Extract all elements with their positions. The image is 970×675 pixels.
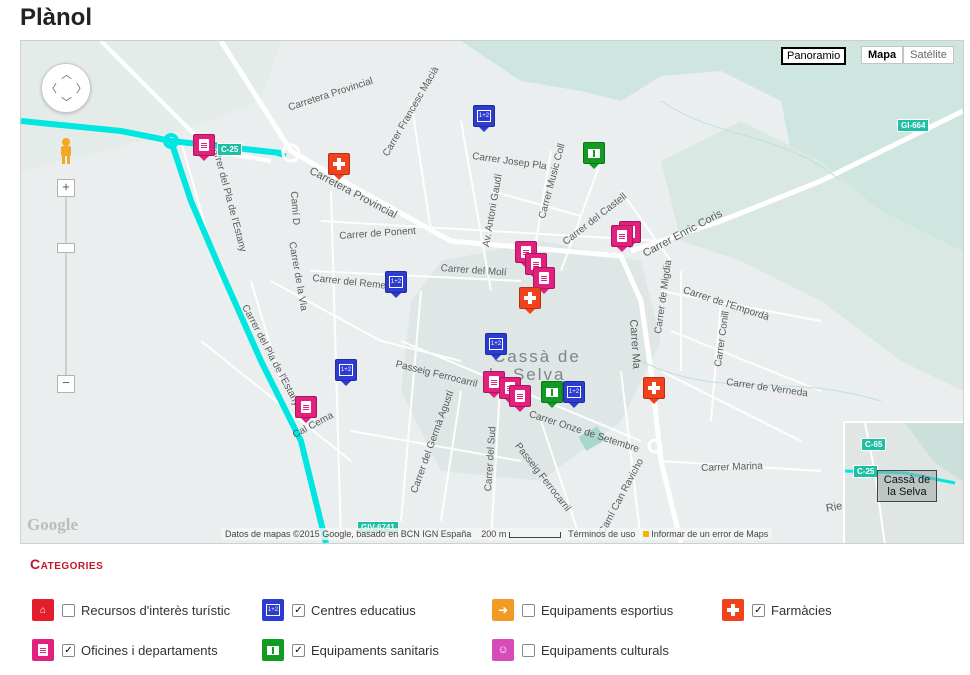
arrow-right-icon[interactable]: 〉 bbox=[76, 80, 87, 96]
category-offices[interactable]: ✓ Oficines i departaments bbox=[32, 638, 218, 662]
road-shield: C-25 bbox=[217, 143, 243, 156]
category-checkbox[interactable]: ✓ bbox=[62, 643, 75, 657]
category-schools[interactable]: 1+2 ✓ Centres educatius bbox=[262, 598, 416, 622]
arrow-down-icon[interactable]: ﹀ bbox=[61, 94, 72, 110]
map-type-satellite-button[interactable]: Satélite bbox=[903, 46, 954, 64]
cross-icon bbox=[524, 292, 536, 304]
category-sports[interactable]: ➜ Equipaments esportius bbox=[492, 598, 673, 622]
cross-icon bbox=[333, 158, 345, 170]
category-culture[interactable]: ☺ Equipaments culturals bbox=[492, 638, 669, 662]
overview-viewport[interactable]: Cassà de la Selva bbox=[877, 470, 937, 502]
document-icon bbox=[539, 272, 549, 284]
zoom-slider-handle[interactable] bbox=[57, 243, 75, 253]
road-shield: C-65 bbox=[861, 438, 887, 451]
map-type-map-button[interactable]: Mapa bbox=[861, 46, 904, 64]
document-icon bbox=[617, 230, 627, 242]
map-marker-health[interactable] bbox=[583, 142, 605, 169]
map-marker-pharmacy[interactable] bbox=[643, 377, 665, 404]
document-icon bbox=[199, 139, 209, 151]
map-marker-school[interactable]: 1+2 bbox=[563, 381, 585, 408]
document-icon bbox=[32, 639, 54, 661]
map-marker-office[interactable] bbox=[509, 385, 531, 412]
cross-icon bbox=[722, 599, 744, 621]
map-marker-office[interactable] bbox=[295, 396, 317, 423]
page-title: Plànol bbox=[20, 4, 93, 31]
zoom-out-button[interactable]: − bbox=[57, 375, 75, 393]
pegman-icon[interactable] bbox=[59, 137, 73, 165]
blackboard-icon: 1+2 bbox=[262, 599, 284, 621]
arrow-up-icon[interactable]: ︿ bbox=[61, 66, 72, 82]
categories-title: Categories bbox=[30, 556, 104, 572]
blackboard-icon: 1+2 bbox=[489, 338, 503, 350]
zoom-slider-track[interactable] bbox=[65, 191, 67, 383]
document-icon bbox=[489, 376, 499, 388]
map-marker-health[interactable] bbox=[541, 381, 563, 408]
blackboard-icon: 1+2 bbox=[389, 276, 403, 288]
category-tourism[interactable]: ⌂ Recursos d'interès turístic bbox=[32, 598, 230, 622]
map-data-attribution: Datos de mapas ©2015 Google, basado en B… bbox=[225, 529, 472, 539]
map-marker-office[interactable] bbox=[193, 134, 215, 161]
blackboard-icon: 1+2 bbox=[477, 110, 491, 122]
zoom-in-button[interactable]: + bbox=[57, 179, 75, 197]
arrow-left-icon[interactable]: 〈 bbox=[46, 80, 57, 96]
scale-bar-icon bbox=[508, 531, 561, 538]
hospital-icon bbox=[588, 148, 600, 158]
blackboard-icon: 1+2 bbox=[339, 364, 353, 376]
category-checkbox[interactable] bbox=[62, 603, 75, 617]
map-marker-school[interactable]: 1+2 bbox=[485, 333, 507, 360]
map-marker-pharmacy[interactable] bbox=[328, 153, 350, 180]
road-shield: GI-664 bbox=[897, 119, 930, 132]
category-checkbox[interactable]: ✓ bbox=[752, 603, 765, 617]
pan-control[interactable]: ︿ ﹀ 〈 〉 bbox=[41, 63, 91, 113]
culture-icon: ☺ bbox=[492, 639, 514, 661]
road-shield: C-25 bbox=[853, 465, 879, 478]
road-label: Camí D bbox=[288, 191, 302, 226]
category-health[interactable]: ✓ Equipaments sanitaris bbox=[262, 638, 439, 662]
document-icon bbox=[301, 401, 311, 413]
document-icon bbox=[515, 390, 525, 402]
terms-link[interactable]: Términos de uso bbox=[568, 529, 635, 539]
runner-icon: ➜ bbox=[492, 599, 514, 621]
map-type-control: Mapa Satélite bbox=[861, 46, 954, 64]
category-checkbox[interactable]: ✓ bbox=[292, 643, 305, 657]
category-checkbox[interactable] bbox=[522, 603, 535, 617]
map-marker-office[interactable] bbox=[611, 225, 633, 252]
category-pharmacies[interactable]: ✓ Farmàcies bbox=[722, 598, 832, 622]
overview-map[interactable]: C-65 C-25 Cassà de la Selva bbox=[843, 421, 963, 543]
map-marker-school[interactable]: 1+2 bbox=[473, 105, 495, 132]
tourism-icon: ⌂ bbox=[32, 599, 54, 621]
hospital-icon bbox=[546, 387, 558, 397]
map-scale-label[interactable]: 200 m bbox=[481, 529, 506, 539]
category-checkbox[interactable]: ✓ bbox=[292, 603, 305, 617]
hospital-icon bbox=[262, 639, 284, 661]
category-checkbox[interactable] bbox=[522, 643, 535, 657]
map-view[interactable]: Carretera Provincial Carrer Francesc Mac… bbox=[20, 40, 964, 544]
blackboard-icon: 1+2 bbox=[567, 386, 581, 398]
road-label: Carrer Marina bbox=[701, 460, 764, 474]
cross-icon bbox=[648, 382, 660, 394]
report-error-link[interactable]: Informar de un error de Maps bbox=[651, 529, 768, 539]
map-marker-school[interactable]: 1+2 bbox=[385, 271, 407, 298]
lock-icon bbox=[642, 531, 649, 537]
google-logo[interactable]: Google bbox=[27, 515, 78, 535]
map-marker-pharmacy[interactable] bbox=[519, 287, 541, 314]
panoramio-button[interactable]: Panoramio bbox=[781, 47, 847, 65]
map-marker-school[interactable]: 1+2 bbox=[335, 359, 357, 386]
map-footer: Datos de mapas ©2015 Google, basado en B… bbox=[221, 528, 773, 540]
